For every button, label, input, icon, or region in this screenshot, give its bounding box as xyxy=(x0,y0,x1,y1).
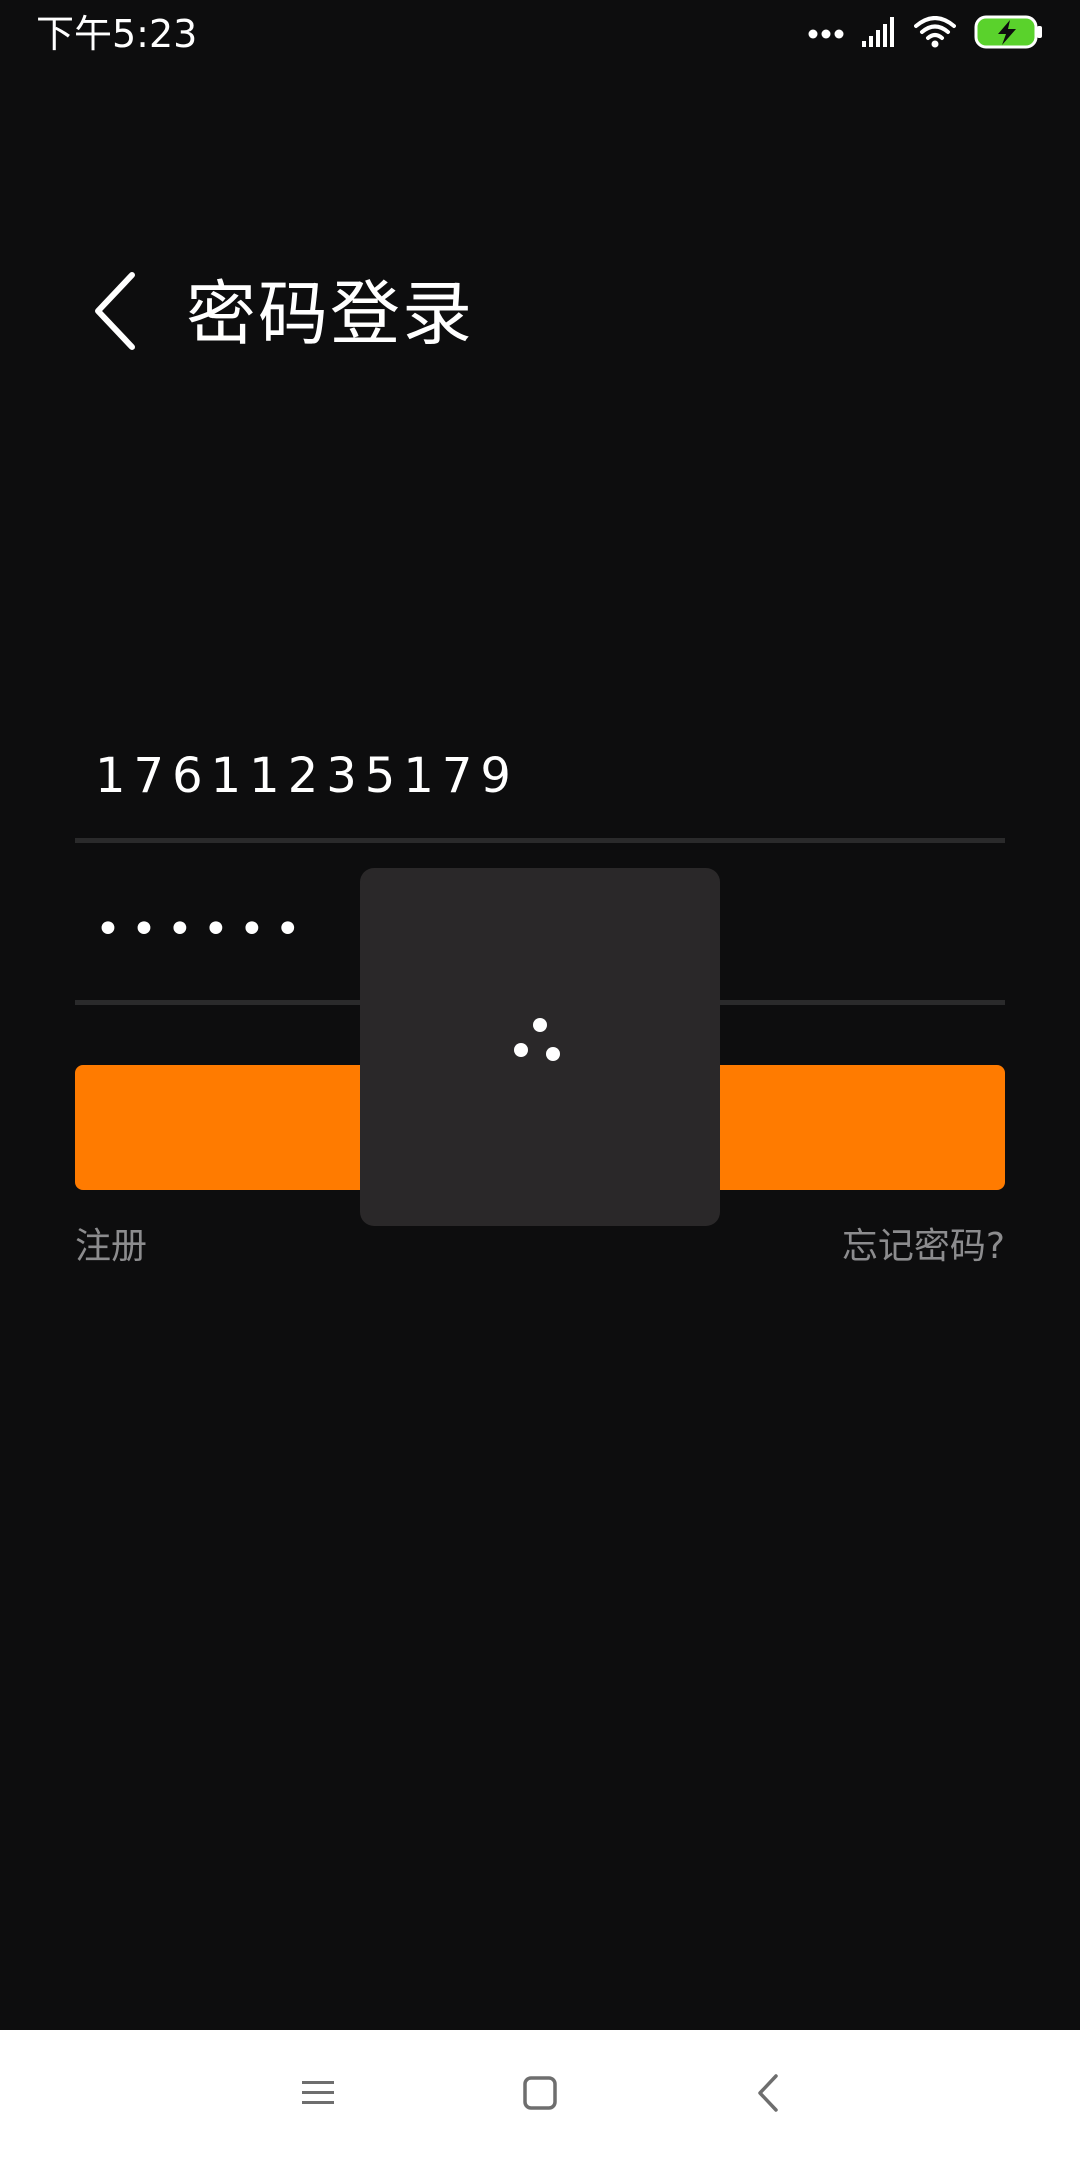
loading-spinner-icon xyxy=(500,1008,580,1088)
phone-field[interactable]: 17611235179 xyxy=(75,728,1005,843)
nav-back-button[interactable] xyxy=(728,2060,808,2130)
register-link[interactable]: 注册 xyxy=(75,1222,147,1272)
nav-home-button[interactable] xyxy=(500,2060,580,2130)
loading-dialog xyxy=(360,868,720,1226)
back-button[interactable] xyxy=(70,268,160,358)
forgot-password-link[interactable]: 忘记密码? xyxy=(842,1222,1005,1272)
system-nav-bar xyxy=(0,2030,1080,2160)
status-icons xyxy=(808,14,1044,54)
spinner-dot xyxy=(546,1047,560,1061)
page-header: 密码登录 xyxy=(0,250,1080,380)
menu-icon xyxy=(300,2078,336,2112)
more-dots-icon xyxy=(808,25,844,44)
spinner-dot xyxy=(533,1018,547,1032)
nav-menu-button[interactable] xyxy=(278,2060,358,2130)
password-value: •••••• xyxy=(95,904,311,955)
chevron-left-icon xyxy=(90,271,140,355)
battery-charging-icon xyxy=(974,15,1044,53)
home-icon xyxy=(522,2075,558,2115)
page-title: 密码登录 xyxy=(186,273,474,355)
back-icon xyxy=(756,2073,780,2117)
status-time: 下午5:23 xyxy=(36,12,198,56)
signal-icon xyxy=(862,17,896,51)
wifi-icon xyxy=(914,16,956,52)
phone-value: 17611235179 xyxy=(95,748,519,804)
status-bar: 下午5:23 xyxy=(0,0,1080,68)
spinner-dot xyxy=(514,1043,528,1057)
